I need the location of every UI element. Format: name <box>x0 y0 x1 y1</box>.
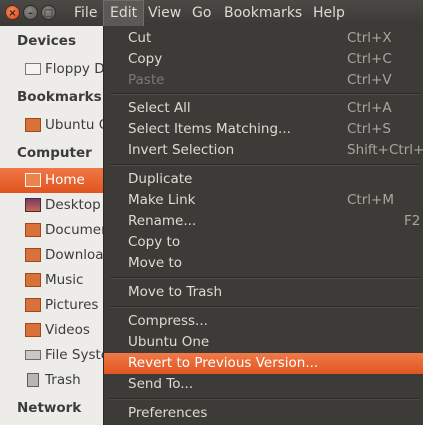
menu-go[interactable]: Go <box>186 0 217 26</box>
menu-item-make-link[interactable]: Make Link Ctrl+M <box>104 190 423 211</box>
menu-item-label: Paste <box>128 72 165 88</box>
menu-view[interactable]: View <box>142 0 187 26</box>
menu-item-label: Compress... <box>128 313 208 329</box>
sidebar-item-label: Ubuntu O <box>45 117 108 133</box>
menu-file[interactable]: File <box>68 0 103 26</box>
sidebar-item-label: Videos <box>45 322 90 338</box>
menu-item-copy[interactable]: Copy Ctrl+C <box>104 49 423 70</box>
pictures-folder-icon <box>25 298 41 312</box>
menu-item-label: Move to <box>128 255 183 271</box>
trash-icon <box>27 373 39 387</box>
menu-item-label: Revert to Previous Version... <box>128 355 319 371</box>
menu-item-copy-to[interactable]: Copy to <box>104 232 423 253</box>
computer-header: Computer <box>17 145 92 161</box>
menu-item-compress[interactable]: Compress... <box>104 311 423 332</box>
sidebar-item-home[interactable]: Home <box>0 168 107 193</box>
menu-item-shortcut: Ctrl+A <box>347 100 392 116</box>
menu-item-label: Select All <box>128 100 191 116</box>
sidebar-item-label: File Syste <box>45 347 108 363</box>
folder-icon <box>25 118 41 132</box>
sidebar-item-floppy[interactable]: Floppy D <box>0 57 107 82</box>
menu-item-shortcut: Ctrl+V <box>347 72 392 88</box>
menu-separator <box>110 398 420 400</box>
downloads-folder-icon <box>25 248 41 262</box>
menu-item-label: Make Link <box>128 192 196 208</box>
menu-item-label: Copy <box>128 51 163 67</box>
sidebar-item-videos[interactable]: Videos <box>0 318 107 343</box>
minimize-window-button[interactable]: – <box>23 5 38 20</box>
menu-item-paste[interactable]: Paste Ctrl+V <box>104 70 423 91</box>
menu-item-label: Ubuntu One <box>128 334 210 350</box>
maximize-window-button[interactable]: □ <box>41 5 56 20</box>
menu-item-shortcut: Ctrl+S <box>347 121 391 137</box>
menu-item-select-all[interactable]: Select All Ctrl+A <box>104 98 423 119</box>
menu-item-invert-selection[interactable]: Invert Selection Shift+Ctrl+I <box>104 140 423 161</box>
menu-item-preferences[interactable]: Preferences <box>104 403 423 424</box>
bookmarks-header: Bookmarks <box>17 89 102 105</box>
menu-item-label: Copy to <box>128 234 181 250</box>
sidebar-item-trash[interactable]: Trash <box>0 368 107 393</box>
menu-separator <box>110 277 420 279</box>
menu-item-select-items-matching[interactable]: Select Items Matching... Ctrl+S <box>104 119 423 140</box>
home-folder-icon <box>25 173 41 187</box>
menu-item-label: Invert Selection <box>128 142 235 158</box>
menu-item-rename[interactable]: Rename... F2 <box>104 211 423 232</box>
menu-item-label: Preferences <box>128 405 208 421</box>
file-system-icon <box>25 350 41 360</box>
menu-item-label: Rename... <box>128 213 197 229</box>
menu-separator <box>110 93 420 95</box>
menu-item-duplicate[interactable]: Duplicate <box>104 169 423 190</box>
sidebar-item-label: Floppy D <box>45 61 105 77</box>
edit-menu-dropdown: Cut Ctrl+X Copy Ctrl+C Paste Ctrl+V Sele… <box>103 26 423 425</box>
videos-folder-icon <box>25 323 41 337</box>
menu-item-move-to[interactable]: Move to <box>104 253 423 274</box>
menu-item-shortcut: Ctrl+C <box>347 51 392 67</box>
desktop-icon <box>25 198 41 212</box>
menu-bookmarks[interactable]: Bookmarks <box>218 0 308 26</box>
sidebar-item-label: Trash <box>45 372 81 388</box>
sidebar-item-label: Documen <box>45 222 108 238</box>
menubar: × – □ File Edit View Go Bookmarks Help <box>0 0 423 26</box>
menu-item-shortcut: Ctrl+M <box>347 192 394 208</box>
sidebar-item-file-system[interactable]: File Syste <box>0 343 108 368</box>
menu-item-send-to[interactable]: Send To... <box>104 374 423 395</box>
menu-separator <box>110 164 420 166</box>
floppy-drive-icon <box>25 63 41 75</box>
menu-item-label: Cut <box>128 30 152 46</box>
menu-item-label: Send To... <box>128 376 194 392</box>
menu-item-cut[interactable]: Cut Ctrl+X <box>104 28 423 49</box>
menu-separator <box>110 306 420 308</box>
menu-item-shortcut: Ctrl+X <box>347 30 392 46</box>
sidebar-item-desktop[interactable]: Desktop <box>0 193 107 218</box>
sidebar-item-documents[interactable]: Documen <box>0 218 108 243</box>
music-folder-icon <box>25 273 41 287</box>
sidebar-item-label: Desktop <box>45 197 101 213</box>
sidebar-item-label: Pictures <box>45 297 99 313</box>
sidebar-item-label: Music <box>45 272 84 288</box>
menu-item-shortcut: Shift+Ctrl+I <box>347 142 423 158</box>
sidebar-item-pictures[interactable]: Pictures <box>0 293 107 318</box>
menu-item-revert-to-previous-version[interactable]: Revert to Previous Version... <box>104 353 423 374</box>
sidebar-item-music[interactable]: Music <box>0 268 107 293</box>
menu-item-ubuntu-one[interactable]: Ubuntu One <box>104 332 423 353</box>
menu-item-label: Select Items Matching... <box>128 121 291 137</box>
menu-help[interactable]: Help <box>307 0 351 26</box>
sidebar-item-label: Downloa <box>45 247 104 263</box>
menu-item-move-to-trash[interactable]: Move to Trash <box>104 282 423 303</box>
sidebar-item-downloads[interactable]: Downloa <box>0 243 107 268</box>
sidebar-item-ubuntu-one[interactable]: Ubuntu O <box>0 113 108 138</box>
places-sidebar: Devices Floppy D Bookmarks Ubuntu O Comp… <box>0 26 108 425</box>
menu-edit[interactable]: Edit <box>103 0 145 26</box>
devices-header: Devices <box>17 33 76 49</box>
documents-folder-icon <box>25 223 41 237</box>
network-header: Network <box>17 400 82 416</box>
menu-item-shortcut: F2 <box>404 213 421 229</box>
menu-item-label: Duplicate <box>128 171 193 187</box>
menu-item-label: Move to Trash <box>128 284 223 300</box>
close-window-button[interactable]: × <box>5 5 20 20</box>
sidebar-item-label: Home <box>45 172 85 188</box>
